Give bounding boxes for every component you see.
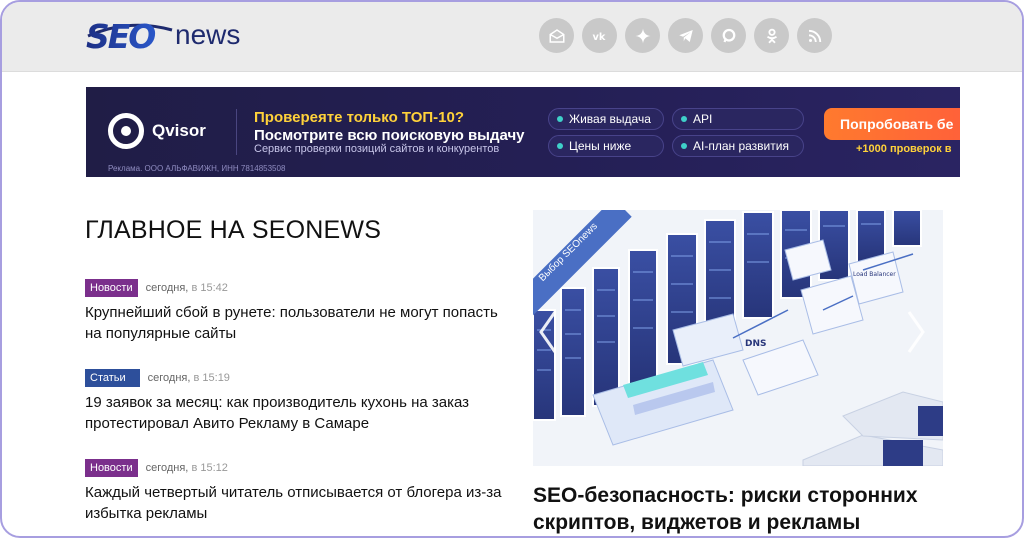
banner-pill: Цены ниже — [548, 135, 664, 157]
category-badge[interactable]: Статьи — [85, 369, 140, 387]
news-meta: Статьи сегодня, в 15:19 — [85, 369, 505, 387]
news-title-link[interactable]: Крупнейший сбой в рунете: пользователи н… — [85, 302, 505, 344]
category-badge[interactable]: Новости — [85, 279, 138, 297]
featured-slider[interactable]: DNS Load Balancer Выбор SEOnews — [533, 210, 943, 466]
news-meta: Новости сегодня, в 15:12 — [85, 459, 505, 477]
vk-icon[interactable]: vk — [582, 18, 617, 53]
banner-cta-subtext: +1000 проверок в — [856, 143, 952, 155]
news-title-link[interactable]: 19 заявок за месяц: как производитель ку… — [85, 392, 505, 434]
chat-icon[interactable] — [711, 18, 746, 53]
zen-icon[interactable] — [625, 18, 660, 53]
ad-banner[interactable]: Qvisor Провереяте только ТОП-10? Посмотр… — [86, 87, 960, 177]
svg-text:DNS: DNS — [745, 339, 767, 349]
seo-logo-mark: SEO — [86, 17, 173, 54]
site-header: SEO news vk — [2, 2, 1022, 72]
banner-cta-button[interactable]: Попробовать бе — [824, 108, 960, 140]
news-date: сегодня, в 15:42 — [145, 282, 228, 294]
telegram-icon[interactable] — [668, 18, 703, 53]
news-item: Новости сегодня, в 15:12 Каждый четверты… — [85, 459, 505, 524]
news-item: Новости сегодня, в 15:42 Крупнейший сбой… — [85, 279, 505, 344]
chevron-left-icon — [539, 311, 557, 353]
svg-text:SEO: SEO — [86, 17, 155, 54]
banner-subline: Сервис проверки позиций сайтов и конкуре… — [254, 143, 500, 155]
browser-frame: SEO news vk Qvisor Провереяте только ТОП… — [0, 0, 1024, 538]
logo-news-text: news — [175, 19, 241, 50]
social-links: vk — [539, 18, 832, 53]
chevron-right-icon — [907, 311, 925, 353]
banner-headline-1: Провереяте только ТОП-10? — [254, 109, 464, 126]
banner-pill: API — [672, 108, 804, 130]
featured-article-title[interactable]: SEO-безопасность: риски сторонних скрипт… — [533, 482, 953, 536]
mail-icon[interactable] — [539, 18, 574, 53]
news-item: Статьи сегодня, в 15:19 19 заявок за мес… — [85, 369, 505, 434]
qvisor-brand-name: Qvisor — [152, 121, 206, 140]
section-title: ГЛАВНОЕ НА SEONEWS — [85, 216, 382, 244]
banner-legal: Реклама. ООО АЛЬФАВИЖН, ИНН 7814853508 — [108, 164, 286, 173]
slider-next-arrow[interactable] — [905, 310, 935, 360]
category-badge[interactable]: Новости — [85, 459, 138, 477]
news-date: сегодня, в 15:12 — [145, 462, 228, 474]
odnoklassniki-icon[interactable] — [754, 18, 789, 53]
slider-prev-arrow[interactable] — [537, 310, 567, 360]
svg-text:vk: vk — [592, 31, 605, 42]
banner-pill: AI-план развития — [672, 135, 804, 157]
banner-headline-2: Посмотрите всю поисковую выдачу — [254, 127, 525, 144]
svg-text:Load Balancer: Load Balancer — [853, 271, 896, 278]
qvisor-logo-icon — [108, 113, 144, 149]
banner-pill: Живая выдача — [548, 108, 664, 130]
qvisor-logo: Qvisor — [108, 113, 206, 149]
rss-icon[interactable] — [797, 18, 832, 53]
news-title-link[interactable]: Каждый четвертый читатель отписывается о… — [85, 482, 505, 524]
banner-divider — [236, 109, 237, 155]
news-date: сегодня, в 15:19 — [147, 372, 230, 384]
site-logo[interactable]: SEO news — [84, 14, 240, 54]
news-meta: Новости сегодня, в 15:42 — [85, 279, 505, 297]
